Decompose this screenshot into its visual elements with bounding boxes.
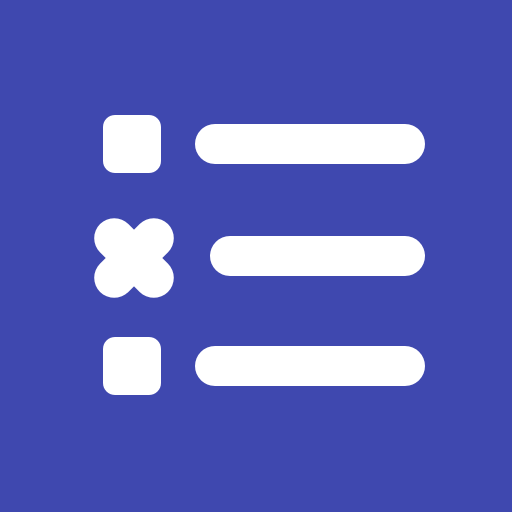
checkbox-square-icon [103, 337, 161, 395]
checkbox-square-icon [103, 115, 161, 173]
list-line-bar [195, 346, 425, 386]
list-line-bar [195, 124, 425, 164]
list-line-bar [210, 236, 425, 276]
cross-mark-icon [85, 209, 183, 307]
checklist-app-icon [0, 0, 512, 512]
